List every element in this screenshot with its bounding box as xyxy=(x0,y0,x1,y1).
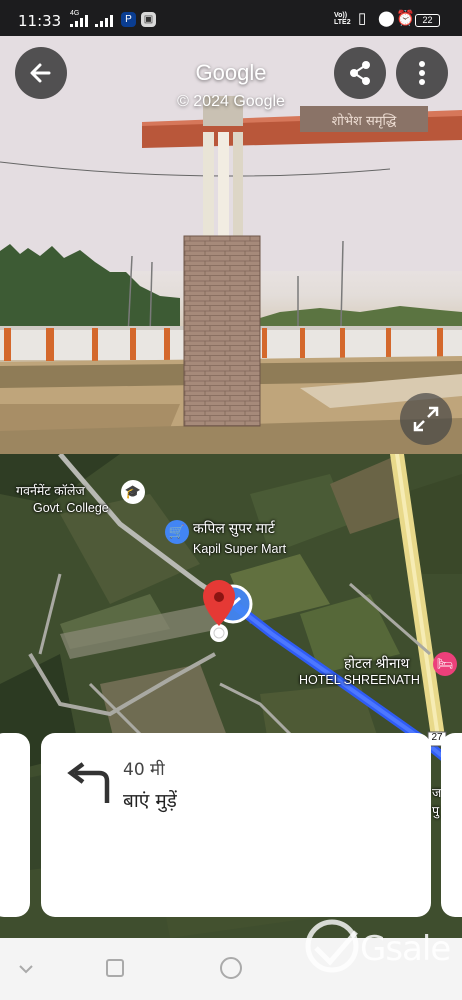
shopping-cart-icon[interactable]: 🛒 xyxy=(165,520,189,544)
nav-distance: 40 मी xyxy=(123,760,165,780)
nav-step-card-current[interactable]: 40 मी बाएं मुड़ें xyxy=(41,733,431,917)
nav-step-card-previous[interactable] xyxy=(0,733,30,917)
status-bar: 11:33 4G P ▣ Vo)) LTE2 ▯ ⬤ ⏰ 22 xyxy=(0,0,462,36)
map-label-hotel-hindi: होटल श्रीनाथ xyxy=(344,655,410,671)
chevron-down-icon[interactable] xyxy=(16,958,36,978)
expand-icon xyxy=(413,406,439,432)
gate-sign-text: शोभेश समृद्धि xyxy=(332,113,397,129)
nav-instruction: बाएं मुड़ें xyxy=(123,790,177,812)
hotel-icon[interactable]: 🛏 xyxy=(433,652,457,676)
app-notification-icon: P xyxy=(121,12,136,27)
turn-left-icon xyxy=(67,762,110,803)
map-label-partial: ज xyxy=(432,786,442,800)
share-icon xyxy=(350,61,370,85)
circle-icon[interactable] xyxy=(219,956,243,980)
location-icon: ⬤ xyxy=(378,10,395,27)
expand-button[interactable] xyxy=(400,393,452,445)
street-view-copyright: © 2024 Google xyxy=(177,93,285,110)
alarm-icon: ⏰ xyxy=(396,10,415,27)
street-view-title: Google xyxy=(195,60,267,85)
status-time: 11:33 xyxy=(18,12,62,30)
watermark-text: Gsale xyxy=(360,929,451,969)
map-label-partial: पु xyxy=(432,804,440,818)
app-notification-icon: ▣ xyxy=(141,12,156,27)
signal-icon xyxy=(70,15,88,27)
street-view-panorama[interactable]: शोभेश समृद्धि Google © 2024 Google xyxy=(0,36,462,454)
nav-step-card-next[interactable] xyxy=(441,733,462,917)
battery-icon: 22 xyxy=(415,14,440,27)
map-label-mart-english: Kapil Super Mart xyxy=(193,542,287,556)
map-label-college-hindi: गवर्नमेंट कॉलेज xyxy=(16,484,85,498)
school-icon[interactable]: 🎓 xyxy=(121,480,145,504)
square-icon[interactable] xyxy=(105,958,125,978)
volte-icon: Vo)) LTE2 xyxy=(334,12,351,26)
more-vertical-icon xyxy=(419,61,425,85)
map-label-college-english: Govt. College xyxy=(33,501,109,515)
vibrate-icon: ▯ xyxy=(358,10,367,27)
signal-icon xyxy=(95,15,113,27)
share-button[interactable] xyxy=(334,47,386,99)
more-options-button[interactable] xyxy=(396,47,448,99)
map-label-mart-hindi: कपिल सुपर मार्ट xyxy=(193,520,275,536)
map-label-hotel-english: HOTEL SHREENATH xyxy=(299,673,420,687)
